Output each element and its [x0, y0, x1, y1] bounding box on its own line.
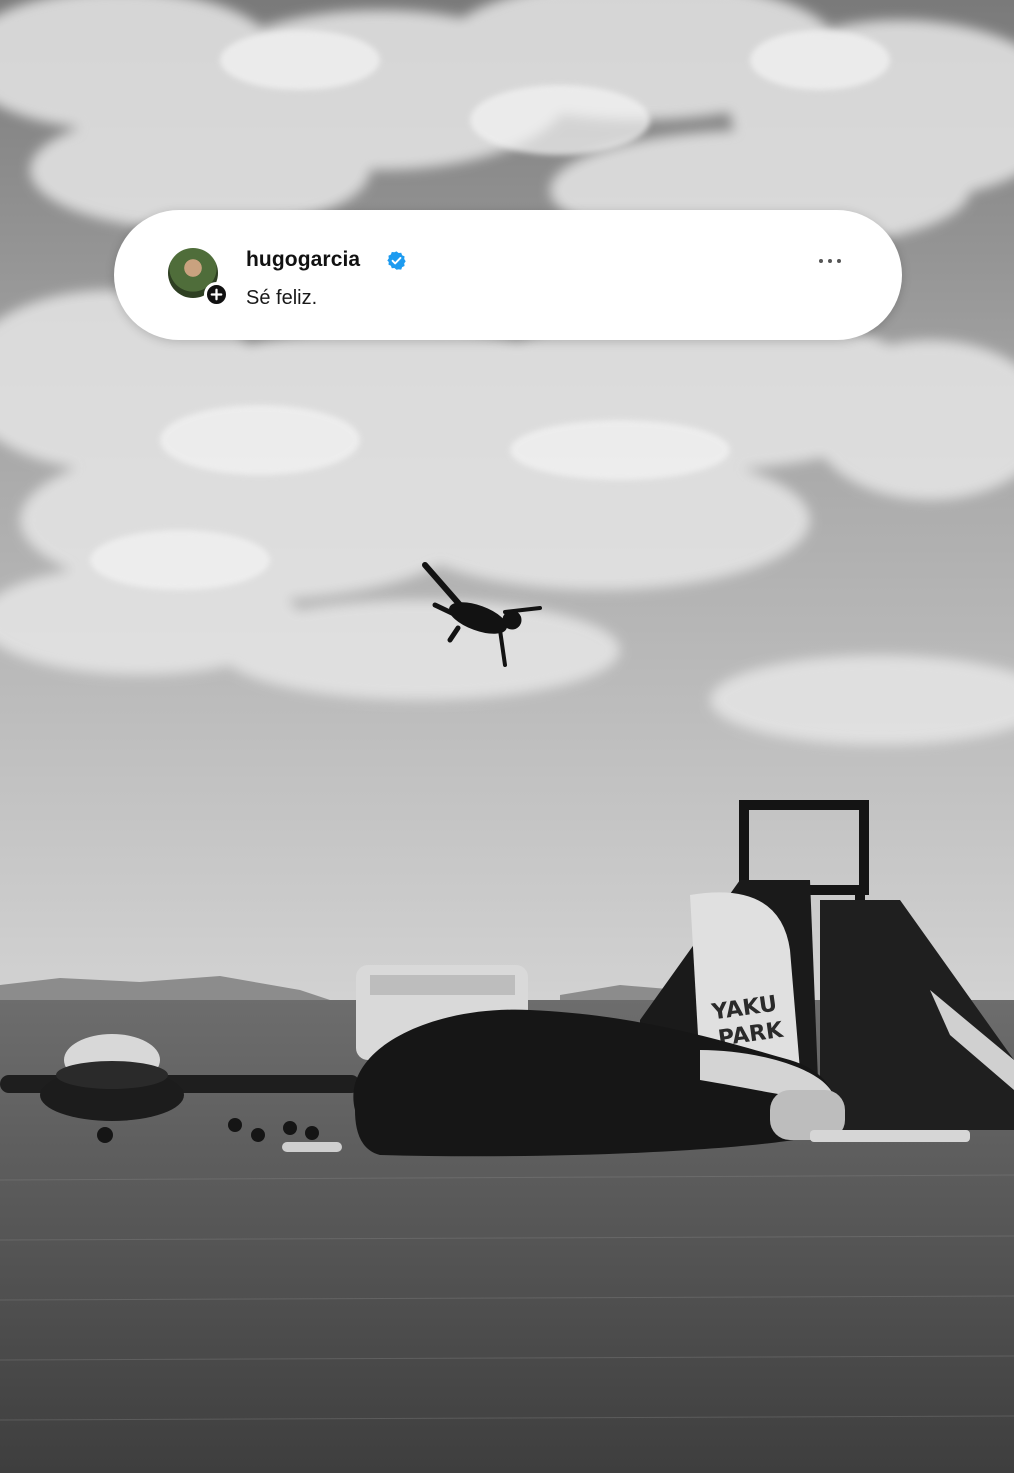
post-caption: Sé feliz. [246, 287, 318, 309]
plus-icon[interactable] [204, 282, 229, 307]
post-view: YAKU PARK hugogarcia Sé feliz. [0, 0, 1014, 1473]
more-options-button[interactable] [810, 250, 850, 272]
username[interactable]: hugogarcia [246, 248, 360, 272]
more-horizontal-icon [819, 259, 823, 263]
post-header-card: hugogarcia Sé feliz. [114, 210, 902, 340]
verified-badge-icon [387, 251, 406, 270]
avatar-container[interactable] [168, 248, 229, 307]
